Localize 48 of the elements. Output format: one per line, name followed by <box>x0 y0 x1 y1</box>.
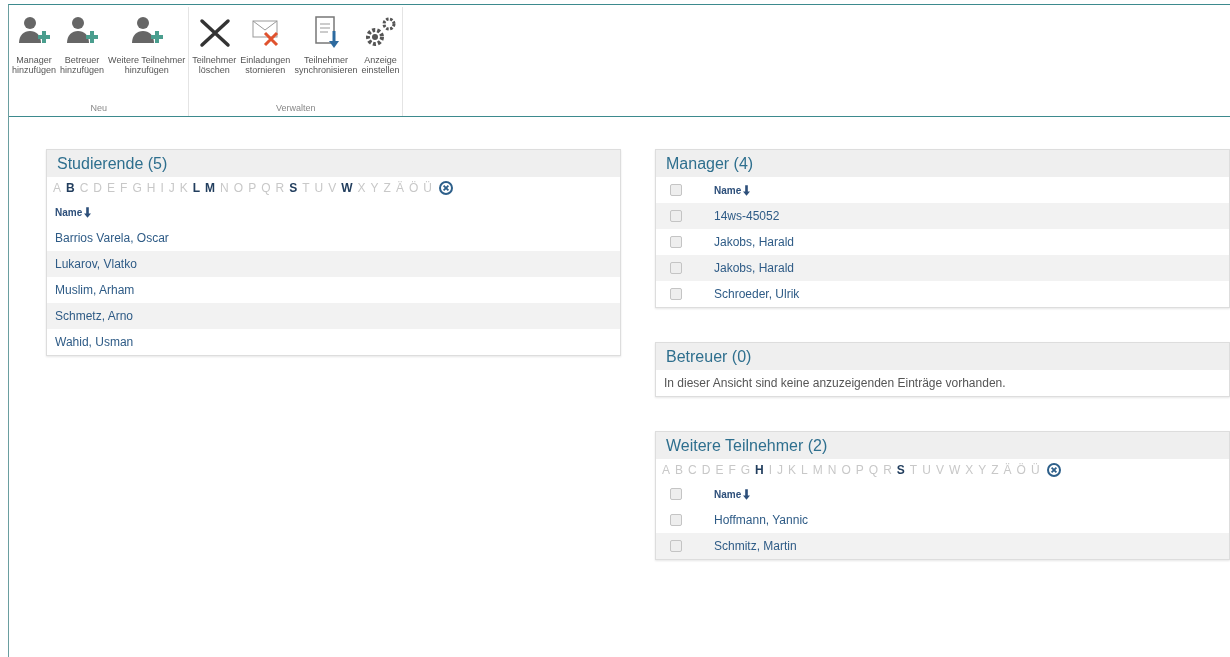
name-link[interactable]: Barrios Varela, Oscar <box>55 231 169 245</box>
letter-filter[interactable]: S <box>289 181 298 195</box>
ribbon-button[interactable]: Manager hinzufügen <box>11 7 58 103</box>
panel-title: Studierende (5) <box>47 150 620 177</box>
checkbox[interactable] <box>670 288 682 300</box>
checkbox[interactable] <box>670 184 682 196</box>
checkbox[interactable] <box>670 540 682 552</box>
checkbox[interactable] <box>670 210 682 222</box>
name-link[interactable]: 14ws-45052 <box>714 209 780 223</box>
panel-title: Betreuer (0) <box>656 343 1229 370</box>
name-link[interactable]: Jakobs, Harald <box>714 235 795 249</box>
checkbox[interactable] <box>670 262 682 274</box>
checkbox[interactable] <box>670 236 682 248</box>
name-link[interactable]: Schmetz, Arno <box>55 309 134 323</box>
letter-filter[interactable]: B <box>66 181 75 195</box>
arrow-down-icon <box>84 206 92 218</box>
letter-filter[interactable]: L <box>192 181 201 195</box>
arrow-down-icon <box>743 184 751 196</box>
name-link[interactable]: Hoffmann, Yannic <box>714 513 809 527</box>
arrow-down-icon <box>743 488 751 500</box>
panel-title: Manager (4) <box>656 150 1229 177</box>
ribbon-button[interactable]: Teilnehmer löschen <box>191 7 238 103</box>
ribbon-button[interactable]: Betreuer hinzufügen <box>59 7 106 103</box>
name-link[interactable]: Lukarov, Vlatko <box>55 257 137 271</box>
ribbon-button[interactable]: Einladungen stornieren <box>239 7 292 103</box>
column-header[interactable]: Name <box>55 206 92 218</box>
empty-message: In dieser Ansicht sind keine anzuzeigenden Einträge vorhanden. <box>663 375 1007 392</box>
name-link[interactable]: Schroeder, Ulrik <box>714 287 800 301</box>
clear-filter-icon[interactable] <box>1046 463 1061 477</box>
ribbon-button[interactable]: Teilnehmer synchronisieren <box>293 7 359 103</box>
ribbon-button[interactable]: Anzeige einstellen <box>360 7 401 103</box>
letter-filter[interactable]: H <box>755 463 764 477</box>
column-header[interactable]: Name <box>714 488 751 500</box>
name-link[interactable]: Jakobs, Harald <box>714 261 795 275</box>
letter-filter[interactable]: M <box>205 181 216 195</box>
clear-filter-icon[interactable] <box>438 181 453 195</box>
letter-filter[interactable]: W <box>341 181 353 195</box>
name-link[interactable]: Schmitz, Martin <box>714 539 797 553</box>
checkbox[interactable] <box>670 488 682 500</box>
panel-title: Weitere Teilnehmer (2) <box>656 432 1229 459</box>
group-label: Verwalten <box>275 103 317 115</box>
name-link[interactable]: Wahid, Usman <box>55 335 134 349</box>
name-link[interactable]: Muslim, Arham <box>55 283 135 297</box>
ribbon-button[interactable]: Weitere Teilnehmer hinzufügen <box>107 7 187 103</box>
column-header[interactable]: Name <box>714 184 751 196</box>
checkbox[interactable] <box>670 514 682 526</box>
group-label: Neu <box>89 103 108 115</box>
letter-filter[interactable]: S <box>896 463 905 477</box>
